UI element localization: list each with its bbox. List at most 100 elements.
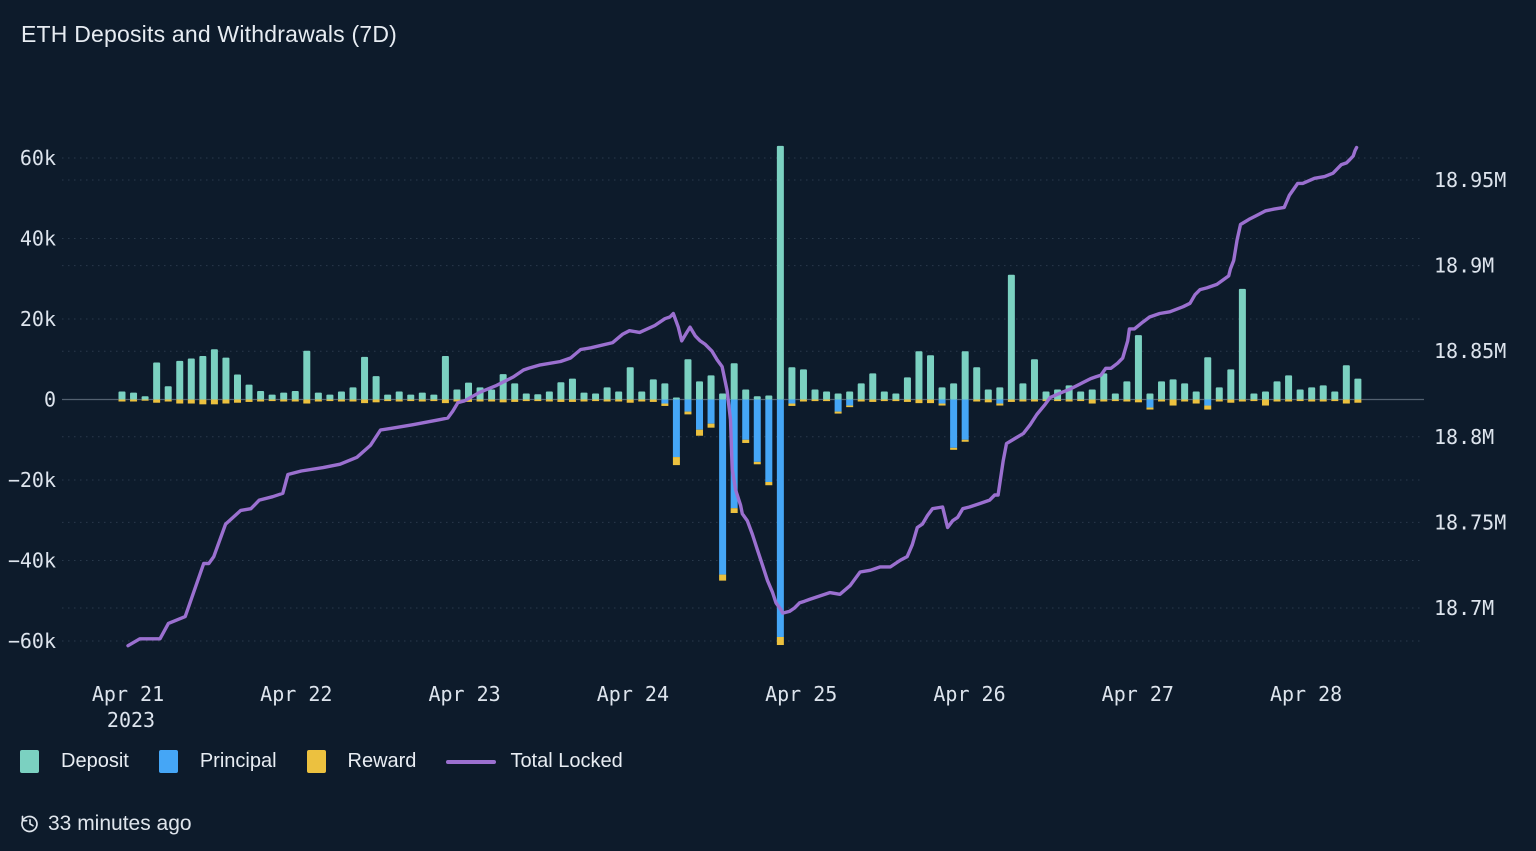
deposit-bar (603, 387, 611, 400)
reward-bar (1123, 399, 1131, 402)
reward-bar (372, 399, 380, 403)
svg-text:−40k: −40k (8, 549, 56, 573)
reward-bar (973, 399, 981, 402)
reward-bar (742, 439, 750, 443)
reward-bar (580, 399, 588, 402)
deposit-bar (222, 357, 230, 400)
reward-bar (337, 399, 345, 402)
reward-bar (1019, 399, 1027, 402)
deposit-bar (1331, 391, 1339, 400)
deposit-bar (869, 373, 877, 400)
reward-bar (164, 399, 172, 402)
deposit-bar (1354, 378, 1362, 400)
deposit-bar (268, 394, 276, 400)
legend-item-principal[interactable]: Principal (158, 750, 277, 773)
reward-bar (626, 399, 634, 403)
deposit-bar (233, 374, 241, 400)
principal-bar (672, 399, 680, 458)
svg-text:40k: 40k (20, 227, 56, 251)
reward-bar (672, 457, 680, 466)
deposit-bar (430, 394, 438, 400)
reward-bars[interactable] (118, 399, 1362, 646)
y-axis-right-labels: 18.95M 18.9M 18.85M 18.8M 18.75M 18.7M (1434, 168, 1506, 620)
svg-text:0: 0 (44, 388, 56, 412)
principal-swatch-icon (158, 750, 178, 773)
reward-bar (592, 399, 600, 402)
svg-text:Apr 27: Apr 27 (1102, 682, 1174, 706)
deposit-bar (1215, 387, 1223, 400)
reward-bar (418, 399, 426, 402)
reward-bar (384, 399, 392, 402)
deposit-bar (719, 393, 727, 400)
reward-bar (1065, 399, 1073, 402)
reward-bar (568, 399, 576, 402)
reward-bar (395, 399, 403, 402)
svg-text:18.8M: 18.8M (1434, 425, 1494, 449)
reward-bar (892, 399, 900, 402)
deposit-bar (361, 356, 369, 400)
reward-bar (719, 574, 727, 581)
reward-bar (638, 399, 646, 402)
chart-plot[interactable]: 60k40k20k0−20k−40k−60k18.95M18.9M18.85M1… (0, 0, 1536, 851)
deposit-bar (1296, 389, 1304, 400)
reward-bar (753, 461, 761, 465)
deposit-bar (984, 389, 992, 400)
reward-swatch-icon (306, 750, 326, 773)
principal-bar (776, 399, 784, 637)
deposit-bar (164, 386, 172, 400)
reward-bar (522, 399, 530, 402)
deposit-bar (1134, 335, 1142, 400)
reward-bar (1007, 399, 1015, 402)
principal-bar (661, 399, 669, 404)
svg-text:Apr 24: Apr 24 (597, 682, 669, 706)
reward-bar (118, 399, 126, 402)
deposit-bar (626, 367, 634, 400)
legend-item-deposit[interactable]: Deposit (20, 750, 129, 773)
deposit-bar (499, 374, 507, 400)
deposit-bar (1192, 391, 1200, 400)
principal-bar (707, 399, 715, 424)
deposit-bar (880, 391, 888, 400)
reward-bar (1088, 399, 1096, 404)
reward-bar (511, 399, 519, 402)
reward-bar (199, 399, 207, 405)
reward-bar (430, 399, 438, 402)
deposit-bar (1088, 389, 1096, 400)
reward-bar (280, 399, 288, 402)
reward-bar (927, 399, 935, 404)
deposit-bars[interactable] (118, 145, 1362, 400)
reward-bar (857, 399, 865, 402)
reward-bar (1273, 399, 1281, 402)
deposit-bar (1169, 379, 1177, 400)
reward-bar (1250, 399, 1258, 402)
reward-bar (534, 399, 542, 402)
svg-text:18.95M: 18.95M (1434, 168, 1506, 192)
deposit-bar (1238, 288, 1246, 400)
reward-bar (903, 399, 911, 402)
deposit-bar (326, 394, 334, 400)
deposit-bar (973, 367, 981, 400)
deposit-bar (534, 394, 542, 400)
reward-bar (1030, 399, 1038, 402)
deposit-bar (684, 359, 692, 400)
deposit-bar (511, 383, 519, 400)
deposit-bar (950, 383, 958, 400)
deposit-bar (1019, 383, 1027, 400)
deposit-bar (522, 393, 530, 400)
reward-bar (1342, 399, 1350, 404)
reward-bar (361, 399, 369, 404)
deposit-bar (1146, 393, 1154, 400)
deposit-bar (753, 396, 761, 400)
deposit-bar (441, 356, 449, 400)
reward-bar (1134, 399, 1142, 403)
deposit-bar (788, 367, 796, 400)
deposit-bar (418, 392, 426, 400)
reward-bar (1296, 399, 1304, 402)
x-axis-labels: Apr 21 Apr 22 Apr 23 Apr 24 Apr 25 Apr 26 Apr … (92, 682, 1342, 732)
legend-item-reward[interactable]: Reward (306, 750, 416, 773)
deposit-bar (915, 351, 923, 400)
principal-bar (719, 399, 727, 575)
legend-item-total-locked[interactable]: Total Locked (446, 750, 623, 773)
deposit-bar (1273, 381, 1281, 400)
deposit-bar (649, 379, 657, 400)
